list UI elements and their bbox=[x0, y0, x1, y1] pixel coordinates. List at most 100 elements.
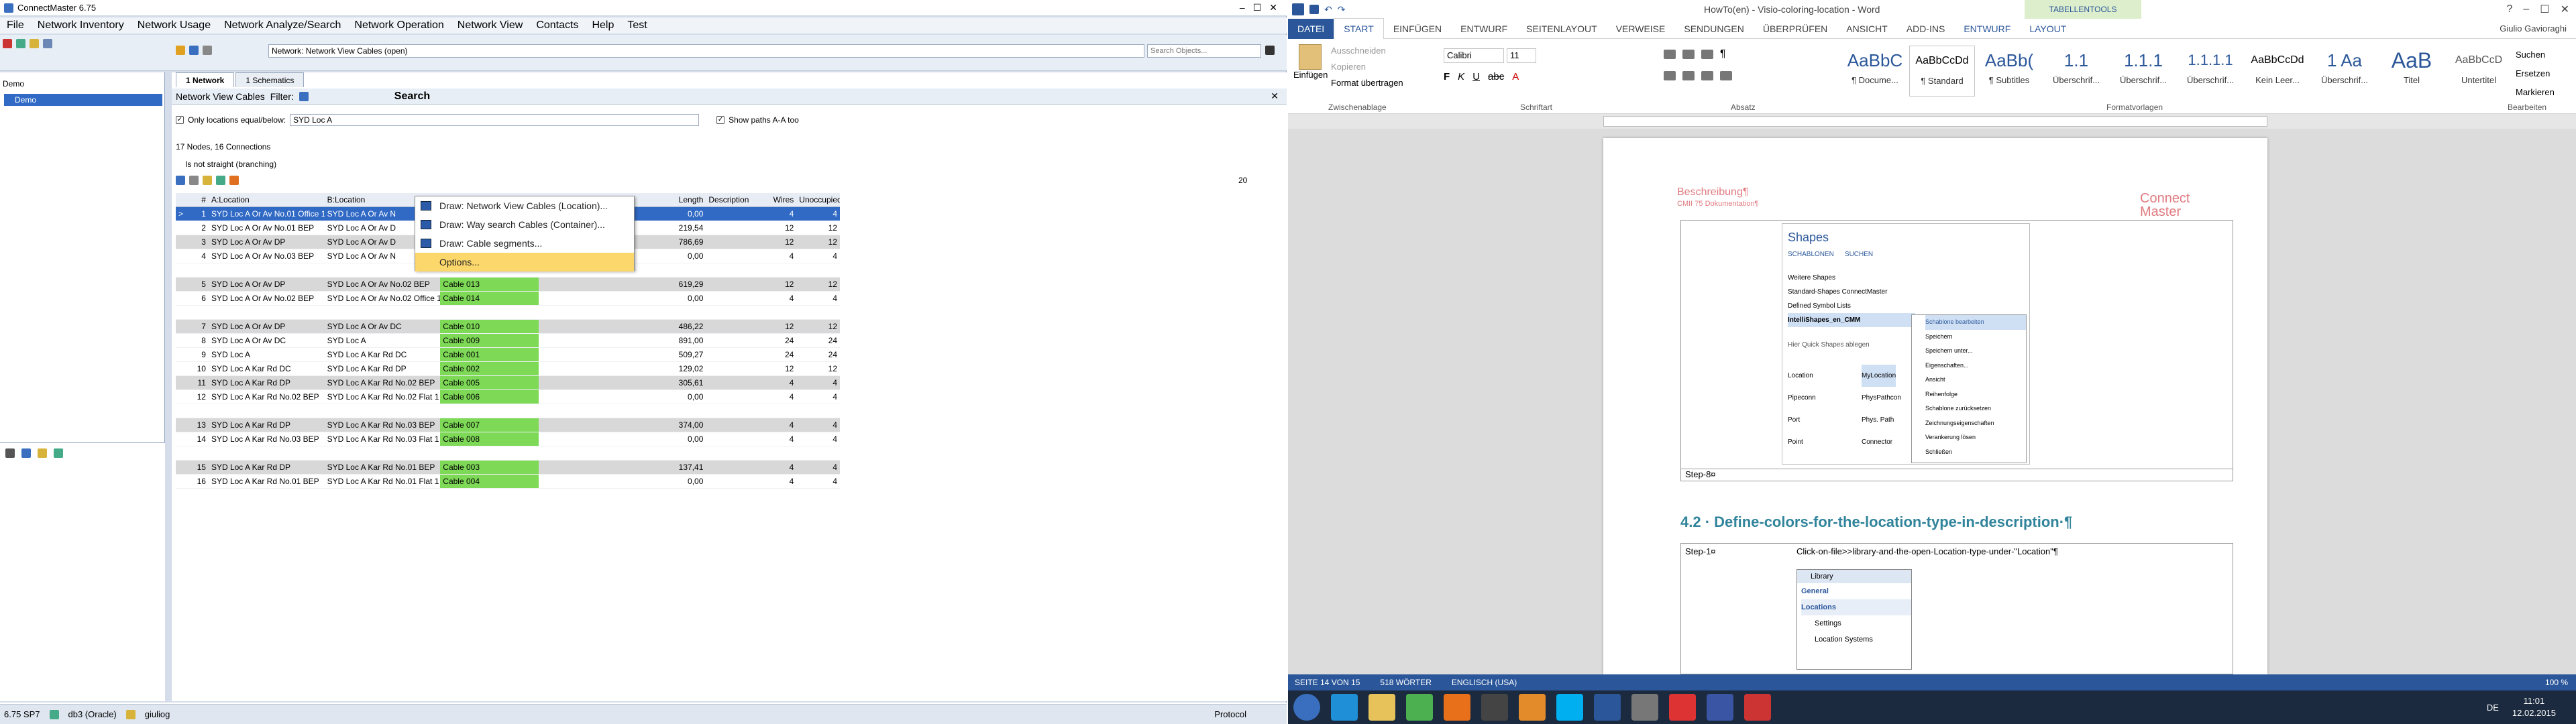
row-indicator[interactable] bbox=[176, 221, 190, 235]
menu-save-as[interactable]: Speichern unter... bbox=[1925, 344, 2026, 359]
library-item-general[interactable]: General bbox=[1801, 583, 1911, 599]
table-row[interactable]: 12 SYD Loc A Kar Rd No.02 BEP SYD Loc A Ka… bbox=[176, 390, 840, 404]
tab-einfuegen[interactable]: EINFÜGEN bbox=[1384, 19, 1451, 39]
select-button[interactable]: Markieren bbox=[2516, 83, 2555, 102]
close-icon[interactable]: ✕ bbox=[1269, 2, 1277, 13]
style-heading-2[interactable]: 1.1.1 Überschrif... bbox=[2110, 46, 2176, 97]
save-icon[interactable] bbox=[1309, 5, 1319, 14]
checkbox-icon[interactable]: ✓ bbox=[716, 116, 725, 124]
menu-test[interactable]: Test bbox=[621, 17, 653, 34]
tab-entwurf[interactable]: ENTWURF bbox=[1451, 19, 1517, 39]
protocol-button[interactable]: Protocol bbox=[1214, 709, 1287, 719]
row-indicator[interactable] bbox=[176, 418, 190, 432]
location-input[interactable]: SYD Loc A bbox=[290, 114, 700, 126]
minimize-icon[interactable]: – bbox=[2523, 3, 2529, 15]
save-icon[interactable] bbox=[176, 176, 185, 185]
tab-network[interactable]: 1 Network bbox=[176, 72, 235, 87]
shapes-item-intellishapes[interactable]: IntelliShapes_en_CMM bbox=[1788, 313, 1915, 327]
row-indicator[interactable] bbox=[176, 263, 190, 277]
library-item-settings[interactable]: Settings bbox=[1801, 615, 1911, 631]
column-header[interactable]: Unoccupied bbox=[796, 193, 840, 206]
filter-icon[interactable] bbox=[299, 91, 309, 101]
italic-icon[interactable]: K bbox=[1458, 71, 1464, 82]
style-no-spacing[interactable]: AaBbCcDd Kein Leer... bbox=[2245, 46, 2310, 97]
row-indicator[interactable] bbox=[176, 461, 190, 474]
table-row[interactable]: 14 SYD Loc A Kar Rd No.03 BEP SYD Loc A Ka… bbox=[176, 432, 840, 446]
shapes-item-standard[interactable]: Standard-Shapes ConnectMaster bbox=[1788, 285, 1915, 299]
tab-table-layout[interactable]: LAYOUT bbox=[2020, 19, 2076, 39]
menu-save[interactable]: Speichern bbox=[1925, 330, 2026, 345]
tool-icon[interactable] bbox=[5, 448, 15, 458]
save-icon[interactable] bbox=[189, 46, 199, 55]
table-row[interactable]: 10 SYD Loc A Kar Rd DC SYD Loc A Kar Rd DP… bbox=[176, 362, 840, 376]
menu-options[interactable]: Options... bbox=[415, 253, 634, 272]
search-objects-input[interactable] bbox=[1147, 44, 1261, 58]
row-indicator[interactable] bbox=[176, 249, 190, 263]
table-row[interactable]: 15 SYD Loc A Kar Rd DP SYD Loc A Kar Rd No… bbox=[176, 461, 840, 475]
menu-properties[interactable]: Eigenschaften... bbox=[1925, 359, 2026, 373]
shape-location[interactable]: Location bbox=[1788, 365, 1848, 387]
draw-icon[interactable] bbox=[229, 176, 239, 185]
skype-icon[interactable] bbox=[1556, 694, 1583, 721]
minimize-icon[interactable]: – bbox=[1240, 2, 1245, 13]
close-icon[interactable]: ✕ bbox=[1271, 90, 1287, 102]
format-painter-button[interactable]: Format übertragen bbox=[1331, 75, 1403, 91]
find-button[interactable]: Suchen bbox=[2516, 46, 2555, 64]
table-row[interactable]: 9 SYD Loc A SYD Loc A Kar Rd DC Cable 001 50… bbox=[176, 348, 840, 362]
word-count[interactable]: 518 WÖRTER bbox=[1380, 674, 1431, 690]
column-header[interactable]: # bbox=[190, 193, 209, 206]
menu-file[interactable]: File bbox=[0, 17, 31, 34]
app-icon[interactable] bbox=[1481, 694, 1508, 721]
table-row[interactable]: 13 SYD Loc A Kar Rd DP SYD Loc A Kar Rd No… bbox=[176, 418, 840, 432]
zoom-level[interactable]: 100 % bbox=[2545, 674, 2576, 690]
strikethrough-icon[interactable]: abc bbox=[1488, 71, 1504, 82]
shapes-tab-schablonen[interactable]: SCHABLONEN bbox=[1788, 251, 1834, 258]
table-row[interactable] bbox=[176, 404, 840, 418]
row-indicator[interactable] bbox=[176, 404, 190, 418]
new-icon[interactable] bbox=[16, 39, 25, 48]
start-button-icon[interactable] bbox=[1293, 694, 1320, 721]
tab-ansicht[interactable]: ANSICHT bbox=[1837, 19, 1896, 39]
menu-drawing-properties[interactable]: Zeichnungseigenschaften bbox=[1925, 416, 2026, 431]
keyboard-language[interactable]: DE bbox=[2487, 703, 2512, 713]
row-indicator[interactable] bbox=[176, 292, 190, 305]
tab-table-entwurf[interactable]: ENTWURF bbox=[1954, 19, 2020, 39]
shape-phys-path[interactable]: Phys. Path bbox=[1862, 409, 1894, 431]
row-indicator[interactable] bbox=[176, 475, 190, 488]
shape-port[interactable]: Port bbox=[1788, 409, 1848, 431]
row-indicator[interactable] bbox=[176, 348, 190, 361]
visio-taskbar-icon[interactable] bbox=[1707, 694, 1733, 721]
style-subtitles[interactable]: AaBb(¶ Subtitles bbox=[1976, 46, 2042, 97]
row-indicator[interactable] bbox=[176, 235, 190, 249]
menu-help[interactable]: Help bbox=[585, 17, 621, 34]
style-standard[interactable]: AaBbCcDd ¶ Standard bbox=[1909, 46, 1975, 97]
language-indicator[interactable]: ENGLISCH (USA) bbox=[1452, 674, 1517, 690]
row-indicator[interactable] bbox=[176, 334, 190, 347]
file-explorer-icon[interactable] bbox=[1368, 694, 1395, 721]
menu-view[interactable]: Ansicht bbox=[1925, 373, 2026, 387]
font-color-icon[interactable]: A bbox=[1512, 71, 1519, 82]
menu-network-view[interactable]: Network View bbox=[451, 17, 530, 34]
settings-icon[interactable] bbox=[1631, 694, 1658, 721]
delete-icon[interactable] bbox=[3, 39, 12, 48]
shape-connector[interactable]: Connector bbox=[1862, 431, 1892, 453]
tree-root[interactable]: Demo bbox=[3, 79, 24, 88]
row-indicator[interactable] bbox=[176, 306, 190, 319]
edit-icon[interactable] bbox=[30, 39, 39, 48]
menu-edit-stencil[interactable]: Schablone bearbeiten bbox=[1925, 315, 2026, 330]
menu-network-usage[interactable]: Network Usage bbox=[131, 17, 217, 34]
tab-start[interactable]: START bbox=[1334, 17, 1384, 40]
user-name[interactable]: Giulio Gavioraghi bbox=[2490, 19, 2576, 39]
style-heading-3[interactable]: 1.1.1.1 Überschrif... bbox=[2178, 46, 2243, 97]
replace-button[interactable]: Ersetzen bbox=[2516, 64, 2555, 83]
tab-add-ins[interactable]: ADD-INS bbox=[1897, 19, 1955, 39]
connectmaster-taskbar-icon[interactable] bbox=[1669, 694, 1696, 721]
column-header[interactable]: Description bbox=[706, 193, 753, 206]
library-item-location-systems[interactable]: Location Systems bbox=[1801, 631, 1911, 648]
table-row[interactable]: 11 SYD Loc A Kar Rd DP SYD Loc A Kar Rd No… bbox=[176, 376, 840, 390]
underline-icon[interactable]: U bbox=[1472, 71, 1480, 82]
firefox-icon[interactable] bbox=[1444, 694, 1470, 721]
network-icon[interactable] bbox=[176, 46, 185, 55]
shapes-tab-suchen[interactable]: SUCHEN bbox=[1845, 251, 1873, 258]
menu-draw-cable-segments[interactable]: Draw: Cable segments... bbox=[415, 234, 634, 253]
